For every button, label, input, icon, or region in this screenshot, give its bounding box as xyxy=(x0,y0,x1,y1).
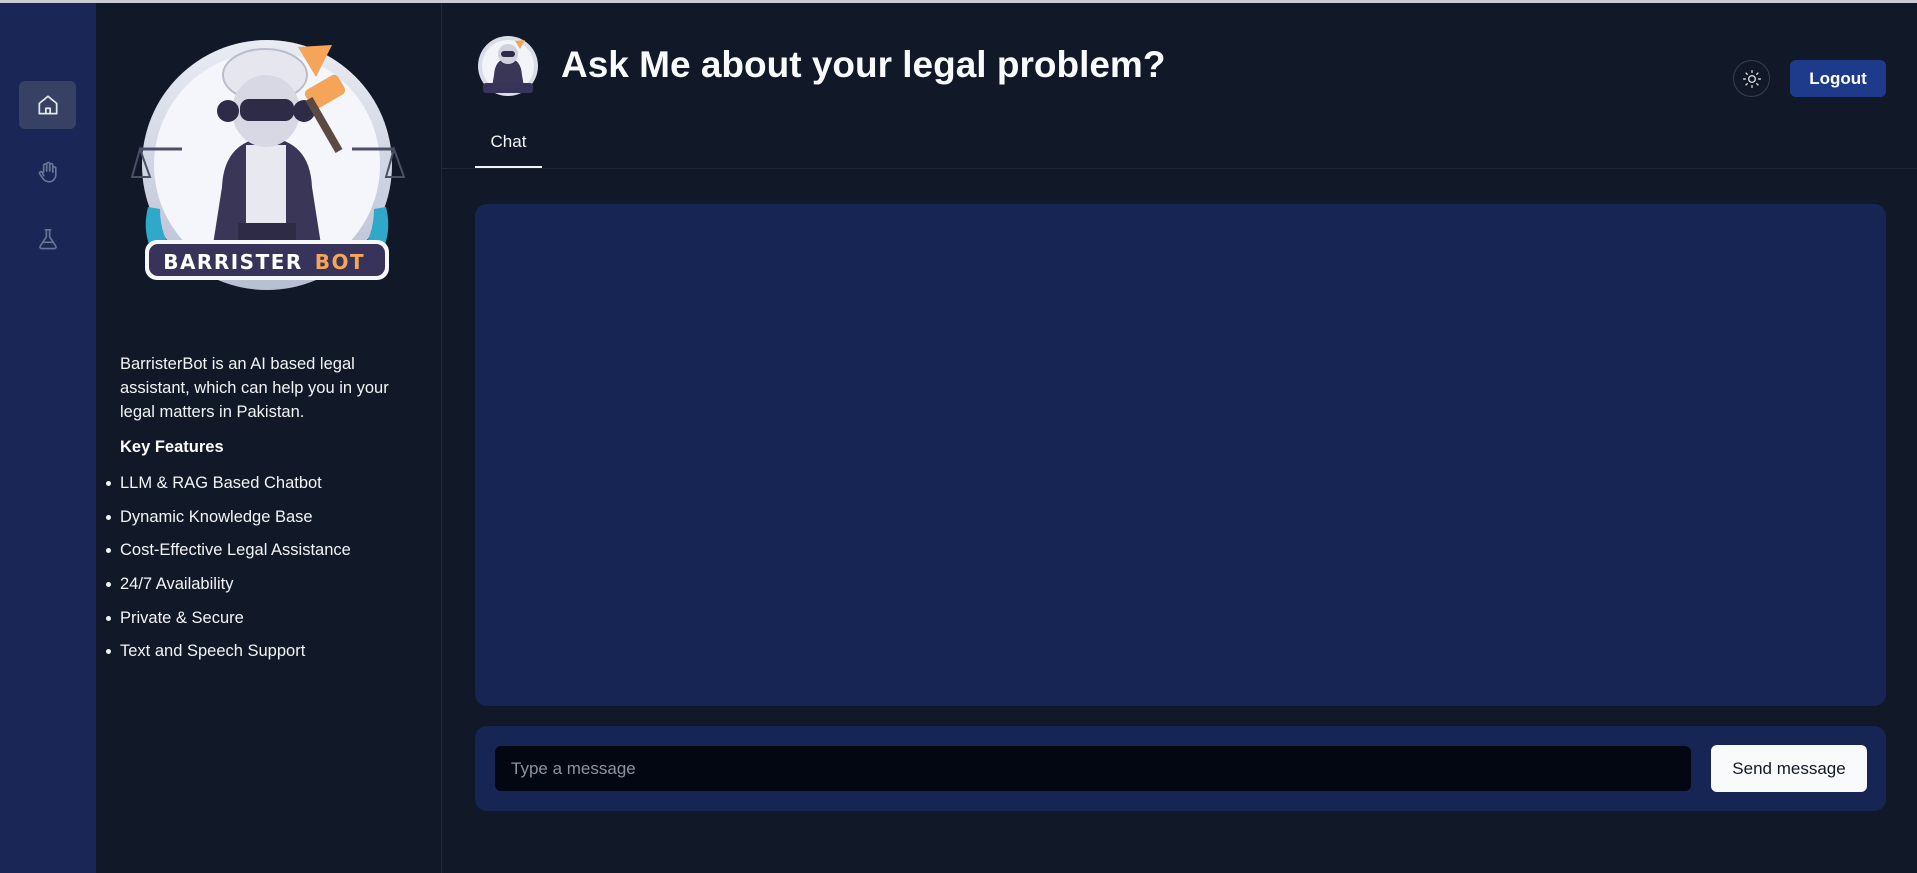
key-features-heading: Key Features xyxy=(120,438,224,456)
hand-icon xyxy=(38,161,57,183)
feature-item: Text and Speech Support xyxy=(106,639,420,673)
theme-toggle-button[interactable] xyxy=(1733,60,1770,97)
tab-chat[interactable]: Chat xyxy=(475,132,542,168)
sun-icon xyxy=(1742,69,1761,88)
tab-divider xyxy=(442,168,1917,169)
about-text: BarristerBot is an AI based legal assist… xyxy=(120,355,389,421)
home-icon xyxy=(37,95,58,115)
rail-home-button[interactable] xyxy=(19,81,76,129)
chat-messages-area[interactable] xyxy=(475,204,1886,706)
feature-item: Cost-Effective Legal Assistance xyxy=(106,538,420,572)
logout-button[interactable]: Logout xyxy=(1790,60,1886,97)
flask-icon xyxy=(38,228,57,250)
send-message-button[interactable]: Send message xyxy=(1711,745,1867,792)
feature-item: LLM & RAG Based Chatbot xyxy=(106,471,420,505)
svg-text:BOT: BOT xyxy=(315,250,365,274)
sidebar: BARRISTER BOT BarristerBot is an AI base… xyxy=(96,3,442,873)
svg-text:BARRISTER: BARRISTER xyxy=(163,250,303,274)
feature-item: 24/7 Availability xyxy=(106,572,420,606)
rail-hand-button[interactable] xyxy=(19,148,76,196)
key-features-list: LLM & RAG Based Chatbot Dynamic Knowledg… xyxy=(106,471,420,673)
message-input[interactable] xyxy=(495,746,1691,791)
message-composer: Send message xyxy=(475,726,1886,811)
rail-lab-button[interactable] xyxy=(19,215,76,263)
page-title: Ask Me about your legal problem? xyxy=(561,44,1166,85)
barristerbot-logo: BARRISTER BOT xyxy=(130,40,406,290)
bot-avatar xyxy=(478,36,538,96)
icon-rail xyxy=(0,3,96,873)
feature-item: Dynamic Knowledge Base xyxy=(106,505,420,539)
feature-item: Private & Secure xyxy=(106,606,420,640)
